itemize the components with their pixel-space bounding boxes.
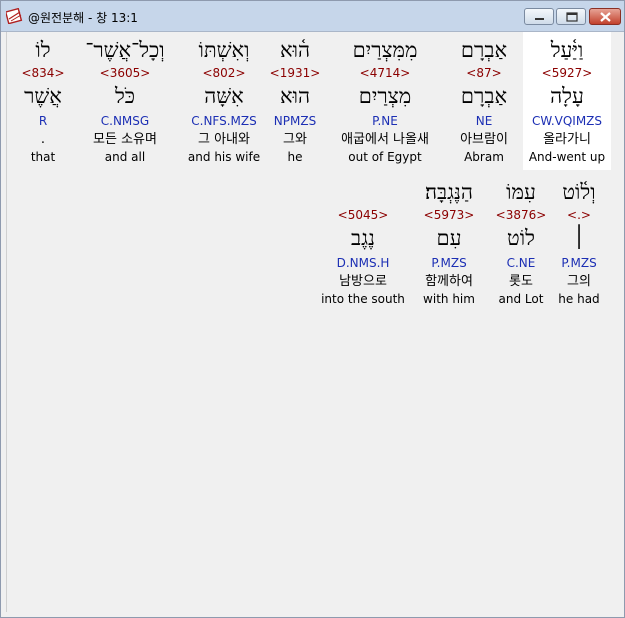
lemma: כֹּל [114,84,136,108]
korean-gloss: 아브람이 [460,132,508,147]
parsing-code: P.MZS [561,256,597,270]
strong-number[interactable]: <87> [449,66,519,80]
interlinear-panel: וַיַּ֫עַל <5927> עָלָה CW.VQIMZS 올라가니 An… [6,32,619,612]
korean-gloss: 남방으로 [339,274,387,289]
english-gloss: with him [423,292,475,306]
hebrew-word: אַבְרָם [460,38,508,62]
parsing-code: P.NE [372,114,398,128]
lemma: אִשָּׁה [204,84,244,108]
strong-number[interactable]: <5973> [409,208,489,222]
lemma: ׀ [573,226,585,250]
lemma: נֶגֶב [351,226,375,250]
lemma: אַבְרָם [460,84,508,108]
english-gloss: and Lot [498,292,544,306]
word-cell[interactable]: וַיַּ֫עַל <5927> עָלָה CW.VQIMZS 올라가니 An… [523,32,611,170]
lemma: הוּא [279,84,311,108]
hebrew-word: וְאִשְׁתּוֹ [198,38,250,62]
hebrew-word: וַיַּ֫עַל [550,38,584,62]
lemma: מִצְרַיִם [358,84,412,108]
hebrew-word: ה֫וּא [279,38,311,62]
interlinear-window: @원전분해 - 창 13:1 וַיַּ֫עַל <5927> עָלָה CW… [0,0,625,618]
strong-number[interactable]: <834> [17,66,69,80]
parsing-code: C.NMSG [100,114,150,128]
word-cell[interactable]: וְאִשְׁתּוֹ <802> אִשָּׁה C.NFS.MZS 그 아내… [183,32,265,170]
parsing-code: D.NMS.H [336,256,390,270]
word-cell[interactable]: <5045> נֶגֶב D.NMS.H 남방으로 into the south [317,174,409,312]
close-icon [600,12,611,22]
parsing-code: C.NE [506,256,536,270]
word-cell[interactable]: אַבְרָם <87> אַבְרָם NE 아브람이 Abram [449,32,519,170]
hebrew-word: הַנֶּגְבָּה׃ [424,180,474,204]
english-gloss: he [287,150,303,164]
lemma: עִם [436,226,462,250]
parsing-code: CW.VQIMZS [531,114,603,128]
word-cell[interactable]: הַנֶּגְבָּה׃ <5973> עִם P.MZS 함께하여 with … [409,174,489,312]
maximize-icon [566,12,578,22]
strong-number[interactable]: <5927> [523,66,611,80]
minimize-button[interactable] [524,8,554,25]
korean-gloss: 롯도 [509,274,533,289]
korean-gloss: 그와 [283,132,307,147]
strong-number[interactable]: <3605> [75,66,175,80]
hebrew-word: מִמִּצְרַיִם [352,38,418,62]
korean-gloss: 올라가니 [543,132,591,147]
english-gloss: out of Egypt [348,150,422,164]
hebrew-word: וְל֫וֹט [562,180,596,204]
korean-gloss: 함께하여 [425,274,473,289]
english-gloss: Abram [464,150,504,164]
strong-number[interactable]: <1931> [267,66,323,80]
hebrew-word: לוֹ [35,38,51,62]
maximize-button[interactable] [556,8,586,25]
english-gloss: And-went up [528,150,606,164]
strong-number[interactable]: <802> [183,66,265,80]
lemma: לוֹט [507,226,535,250]
english-gloss: and his wife [187,150,261,164]
close-button[interactable] [589,8,621,25]
minimize-icon [535,18,544,20]
strong-number[interactable]: <.> [551,208,607,222]
lemma: עָלָה [550,84,584,108]
strong-number[interactable]: <4714> [325,66,445,80]
strong-number[interactable]: <3876> [491,208,551,222]
window-title: @원전분해 - 창 13:1 [28,11,138,25]
korean-gloss: . [40,132,46,147]
english-gloss: that [30,150,56,164]
title-bar[interactable]: @원전분해 - 창 13:1 [1,1,624,32]
parsing-code: C.NFS.MZS [191,114,257,128]
bible-book-icon[interactable] [6,8,23,24]
parsing-code: R [38,114,48,128]
english-gloss: he had [558,292,600,306]
parsing-code: P.MZS [431,256,467,270]
word-cell[interactable]: מִמִּצְרַיִם <4714> מִצְרַיִם P.NE 애굽에서 … [325,32,445,170]
english-gloss: and all [104,150,146,164]
hebrew-word: וְכָל־אֲשֶׁר־ [85,38,165,62]
word-cell[interactable]: עִמּוֹ <3876> לוֹט C.NE 롯도 and Lot [491,174,551,312]
korean-gloss: 그 아내와 [198,132,250,147]
word-cell[interactable]: וְל֫וֹט <.> ׀ P.MZS 그의 he had [551,174,607,312]
parsing-code: NPMZS [273,114,317,128]
word-cell[interactable]: וְכָל־אֲשֶׁר־ <3605> כֹּל C.NMSG 모든 소유며 … [75,32,175,170]
lemma: אֲשֶׁר [24,84,62,108]
word-cell[interactable]: לוֹ <834> אֲשֶׁר R . that [17,32,69,170]
korean-gloss: 모든 소유며 [93,132,157,147]
strong-number[interactable]: <5045> [317,208,409,222]
parsing-code: NE [475,114,493,128]
korean-gloss: 그의 [567,274,591,289]
english-gloss: into the south [321,292,405,306]
hebrew-word: עִמּוֹ [506,180,536,204]
korean-gloss: 애굽에서 나올새 [341,132,429,147]
word-cell[interactable]: ה֫וּא <1931> הוּא NPMZS 그와 he [267,32,323,170]
